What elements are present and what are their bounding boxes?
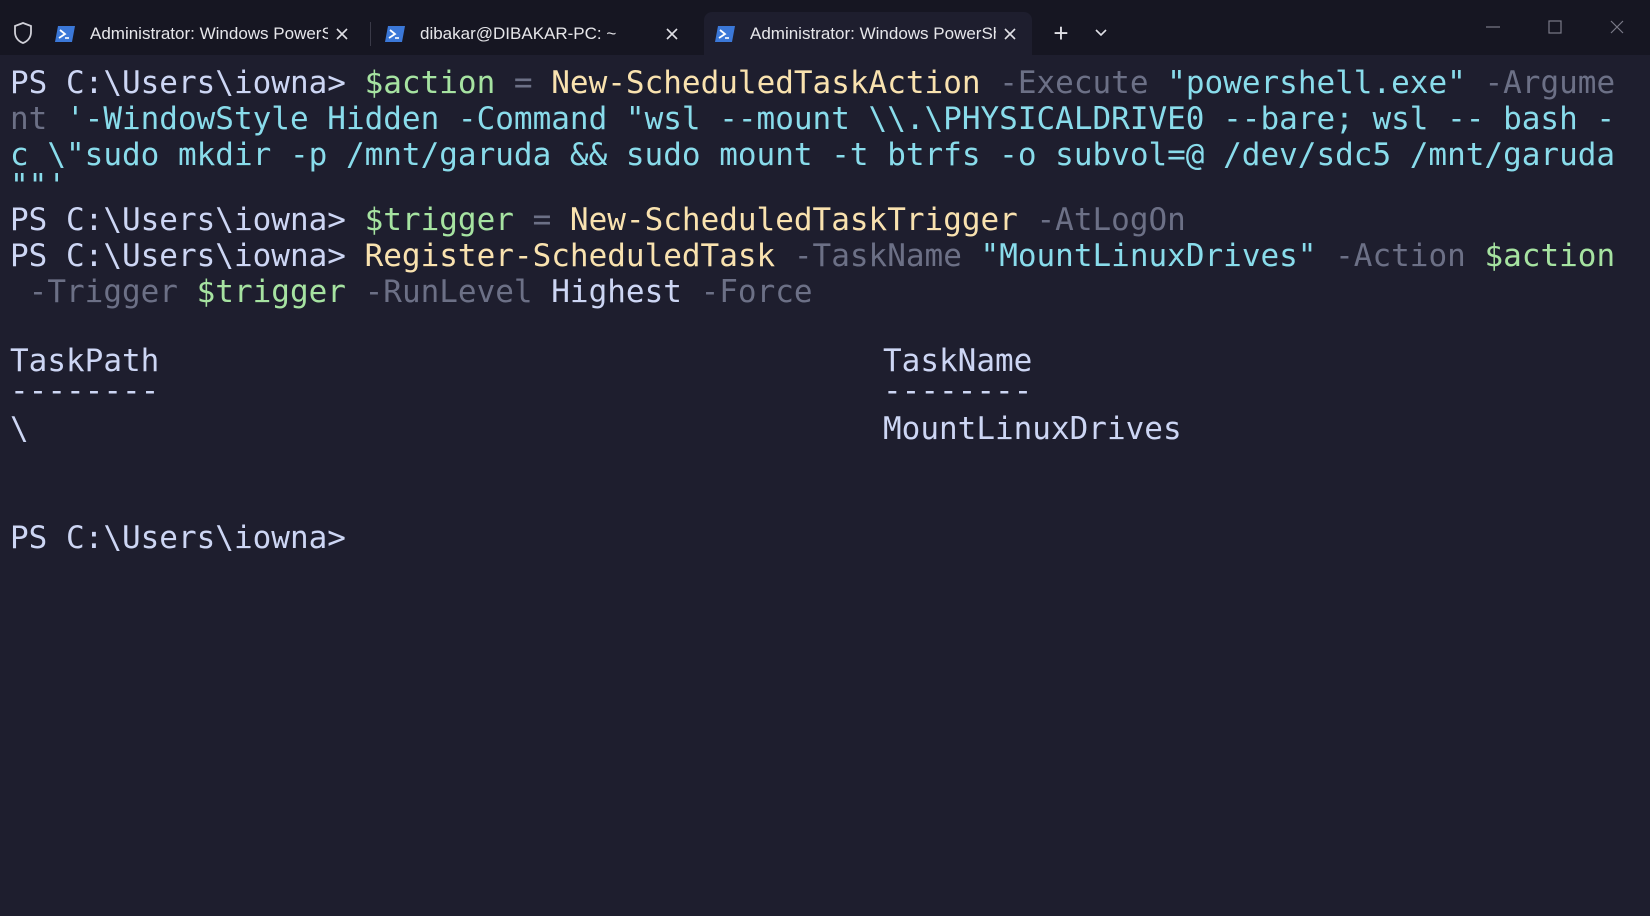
powershell-icon bbox=[55, 25, 75, 42]
cell-value: \ bbox=[10, 411, 29, 447]
command-line-action: PS C:\Users\iowna> $action = New-Schedul… bbox=[10, 65, 1615, 101]
parameter: -Action bbox=[1316, 238, 1485, 274]
parameter: -AtLogOn bbox=[1017, 202, 1186, 238]
operator: = bbox=[513, 202, 570, 238]
parameter: -Execute bbox=[980, 65, 1168, 101]
tab-title: Administrator: Windows PowerShell bbox=[90, 23, 328, 43]
cmdlet: New-ScheduledTaskTrigger bbox=[569, 202, 1018, 238]
close-icon bbox=[1610, 20, 1624, 34]
column-rule: -------- bbox=[10, 373, 160, 409]
minimize-button[interactable] bbox=[1468, 8, 1518, 46]
table-rule: -------- bbox=[10, 373, 159, 409]
close-tab-icon[interactable] bbox=[996, 20, 1024, 48]
parameter: -Argume bbox=[1465, 65, 1616, 101]
powershell-icon bbox=[385, 25, 405, 42]
command-line-wrap: ""' bbox=[10, 168, 66, 204]
powershell-icon bbox=[715, 25, 735, 42]
prompt: PS C:\Users\iowna> bbox=[10, 520, 346, 556]
parameter: -RunLevel bbox=[345, 274, 552, 310]
command-line-wrap: nt '-WindowStyle Hidden -Command "wsl --… bbox=[10, 101, 1615, 137]
maximize-button[interactable] bbox=[1530, 8, 1580, 46]
chevron-down-icon bbox=[1095, 29, 1107, 37]
string: c \"sudo mkdir -p /mnt/garuda && sudo mo… bbox=[10, 137, 1616, 173]
new-tab-button[interactable]: + bbox=[1046, 18, 1076, 48]
string: '-WindowStyle Hidden -Command "wsl --mou… bbox=[47, 101, 1616, 137]
cmdlet: Register-ScheduledTask bbox=[364, 238, 776, 274]
string: "powershell.exe" bbox=[1167, 65, 1466, 101]
command-line-trigger: PS C:\Users\iowna> $trigger = New-Schedu… bbox=[10, 202, 1186, 238]
tab-divider bbox=[370, 22, 371, 46]
close-tab-icon[interactable] bbox=[328, 20, 356, 48]
operator: = bbox=[495, 65, 552, 101]
table-cell-taskpath: \ bbox=[10, 411, 29, 447]
command-line-register: PS C:\Users\iowna> Register-ScheduledTas… bbox=[10, 238, 1615, 274]
title-bar: Administrator: Windows PowerShell dibaka… bbox=[0, 0, 1650, 55]
close-tab-icon[interactable] bbox=[658, 20, 686, 48]
value: Highest bbox=[551, 274, 682, 310]
table-rule: -------- bbox=[883, 373, 1032, 409]
string: "MountLinuxDrives" bbox=[980, 238, 1317, 274]
final-prompt: PS C:\Users\iowna> bbox=[10, 520, 346, 556]
variable: $trigger bbox=[364, 202, 514, 238]
tab-title: dibakar@DIBAKAR-PC: ~ bbox=[420, 23, 617, 43]
variable: $trigger bbox=[196, 274, 346, 310]
table-cell-taskname: MountLinuxDrives bbox=[883, 411, 1182, 447]
tab-dibakar-wsl[interactable]: dibakar@DIBAKAR-PC: ~ bbox=[374, 12, 694, 55]
plus-icon: + bbox=[1053, 18, 1069, 48]
command-line-wrap: c \"sudo mkdir -p /mnt/garuda && sudo mo… bbox=[10, 137, 1615, 173]
shield-icon bbox=[10, 20, 36, 46]
prompt: PS C:\Users\iowna> bbox=[10, 65, 365, 101]
cell-value: MountLinuxDrives bbox=[883, 411, 1182, 447]
tab-administrator-powershell-1[interactable]: Administrator: Windows PowerShell bbox=[44, 12, 364, 55]
prompt: PS C:\Users\iowna> bbox=[10, 238, 365, 274]
tab-title: Administrator: Windows PowerShell bbox=[750, 23, 996, 43]
parameter: -TaskName bbox=[775, 238, 981, 274]
terminal-output[interactable]: PS C:\Users\iowna> $action = New-Schedul… bbox=[0, 55, 1650, 916]
variable: $action bbox=[364, 65, 496, 101]
close-window-button[interactable] bbox=[1592, 8, 1642, 46]
parameter: -Trigger bbox=[10, 274, 197, 310]
minimize-icon bbox=[1486, 26, 1500, 28]
variable: $action bbox=[1484, 238, 1616, 274]
prompt: PS C:\Users\iowna> bbox=[10, 202, 365, 238]
maximize-icon bbox=[1548, 20, 1562, 34]
parameter: nt bbox=[10, 101, 48, 137]
tab-administrator-powershell-active[interactable]: Administrator: Windows PowerShell bbox=[704, 12, 1032, 55]
string: ""' bbox=[10, 168, 66, 204]
cmdlet: New-ScheduledTaskAction bbox=[551, 65, 981, 101]
command-line-wrap: -Trigger $trigger -RunLevel Highest -For… bbox=[10, 274, 813, 310]
parameter: -Force bbox=[681, 274, 813, 310]
column-rule: -------- bbox=[883, 373, 1033, 409]
tab-dropdown-button[interactable] bbox=[1088, 18, 1114, 48]
